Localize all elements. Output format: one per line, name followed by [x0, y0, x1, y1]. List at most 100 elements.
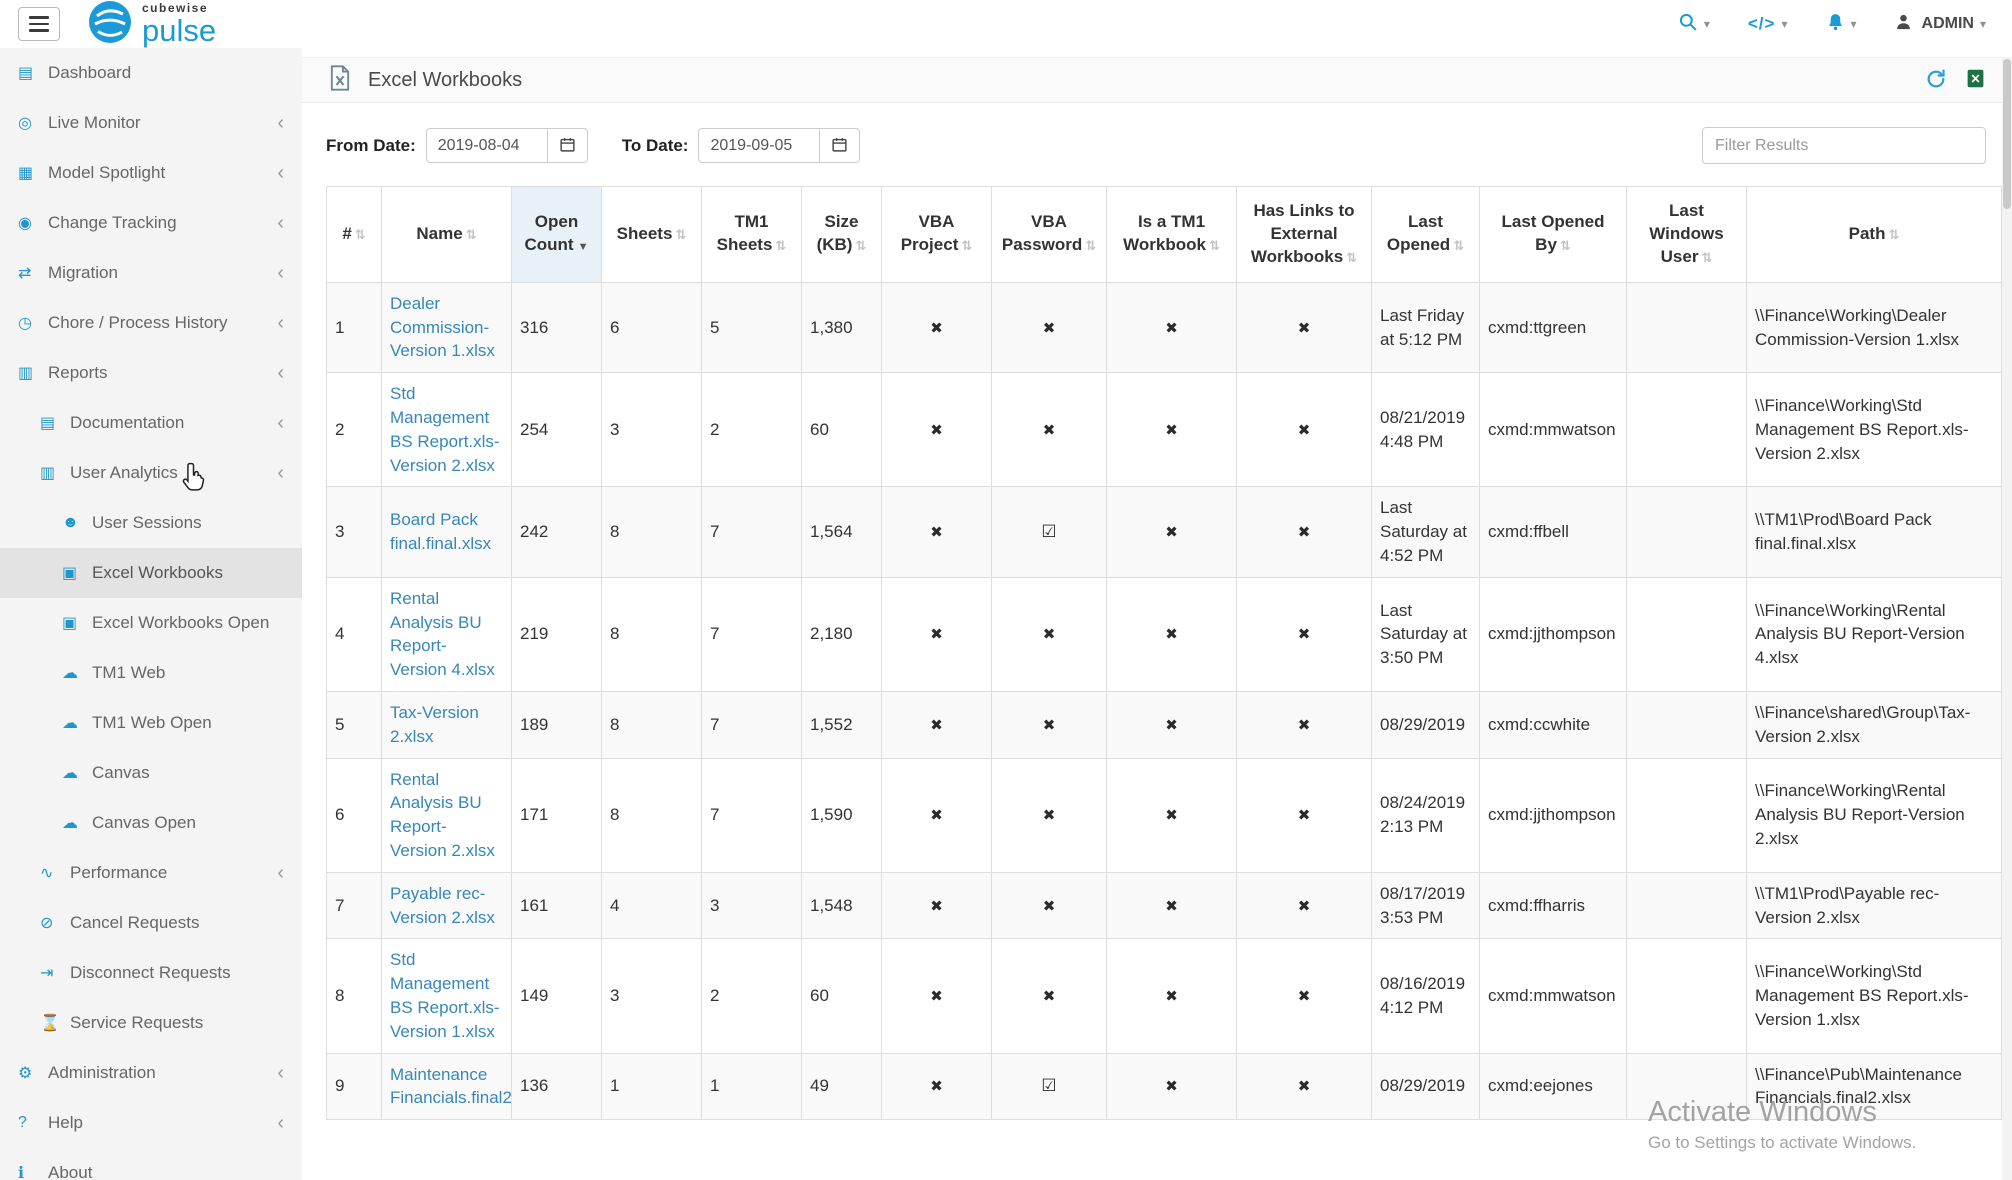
- cell-last-windows-user: [1627, 939, 1747, 1053]
- cross-mark-icon: ✖: [1165, 1076, 1178, 1097]
- sidebar-item-disconnect-requests[interactable]: ⇥Disconnect Requests: [0, 948, 302, 998]
- scrollbar-thumb[interactable]: [2003, 59, 2011, 209]
- about-icon: ℹ: [18, 1163, 48, 1180]
- check-mark-icon: ☑: [1041, 1074, 1056, 1098]
- cell-num: 1: [327, 282, 382, 372]
- chevron-left-icon: ‹: [277, 263, 284, 283]
- cell-last-windows-user: [1627, 691, 1747, 758]
- search-menu[interactable]: ▾: [1678, 12, 1710, 37]
- workbook-name-link[interactable]: Std Management BS Report.xls-Version 2.x…: [390, 384, 500, 474]
- cell-last-opened: 08/21/2019 4:48 PM: [1372, 373, 1480, 487]
- column-header-has-links-to-external-workbooks[interactable]: Has Links to External Workbooks⇅: [1237, 187, 1372, 283]
- sidebar-item-chore-process-history[interactable]: ◷Chore / Process History‹: [0, 298, 302, 348]
- workbook-name-link[interactable]: Tax-Version 2.xlsx: [390, 703, 479, 746]
- sidebar-item-canvas-open[interactable]: ☁Canvas Open: [0, 798, 302, 848]
- cell-vba-password: ✖: [992, 758, 1107, 872]
- workbook-name-link[interactable]: Rental Analysis BU Report-Version 2.xlsx: [390, 770, 495, 860]
- column-header-name[interactable]: Name⇅: [382, 187, 512, 283]
- cell-last-windows-user: [1627, 758, 1747, 872]
- workbook-name-link[interactable]: Payable rec-Version 2.xlsx: [390, 884, 495, 927]
- sidebar-item-tm1-web-open[interactable]: ☁TM1 Web Open: [0, 698, 302, 748]
- table-row: 5Tax-Version 2.xlsx189871,552✖✖✖✖08/29/2…: [327, 691, 2002, 758]
- column-header-last-opened-by[interactable]: Last Opened By⇅: [1480, 187, 1627, 283]
- sort-icon: ⇅: [355, 227, 366, 242]
- hamburger-menu-button[interactable]: [18, 7, 60, 41]
- sidebar-item-documentation[interactable]: ▤Documentation‹: [0, 398, 302, 448]
- pulse-logo[interactable]: cubewise pulse: [88, 0, 216, 49]
- table-row: 8Std Management BS Report.xls-Version 1.…: [327, 939, 2002, 1053]
- column-header-tm1-sheets[interactable]: TM1 Sheets⇅: [702, 187, 802, 283]
- to-date-input[interactable]: [698, 128, 820, 163]
- workbook-name-link[interactable]: Std Management BS Report.xls-Version 1.x…: [390, 950, 500, 1040]
- column-header-vba-password[interactable]: VBA Password⇅: [992, 187, 1107, 283]
- column-label: Size (KB): [817, 212, 859, 254]
- admin-menu[interactable]: ADMIN ▾: [1895, 13, 1986, 36]
- user-icon: [1895, 13, 1912, 36]
- from-date-calendar-button[interactable]: [548, 128, 588, 163]
- sidebar-item-about[interactable]: ℹAbout: [0, 1148, 302, 1180]
- cell-last-opened: 08/29/2019: [1372, 1053, 1480, 1120]
- reports-icon: ▥: [18, 363, 48, 383]
- cell-sheets: 8: [602, 691, 702, 758]
- column-header-[interactable]: #⇅: [327, 187, 382, 283]
- sidebar-item-help[interactable]: ?Help‹: [0, 1098, 302, 1148]
- column-header-path[interactable]: Path⇅: [1747, 187, 2002, 283]
- sidebar-item-user-analytics[interactable]: ▥User Analytics‹: [0, 448, 302, 498]
- filter-results-input[interactable]: [1702, 127, 1986, 164]
- sidebar-item-user-sessions[interactable]: ☻User Sessions: [0, 498, 302, 548]
- sidebar-item-service-requests[interactable]: ⌛Service Requests: [0, 998, 302, 1048]
- sidebar-item-reports[interactable]: ▥Reports‹: [0, 348, 302, 398]
- workbook-name-link[interactable]: Rental Analysis BU Report-Version 4.xlsx: [390, 589, 495, 679]
- export-excel-button[interactable]: [1965, 68, 1986, 92]
- sidebar-item-label: TM1 Web: [92, 663, 165, 683]
- cell-last-opened: Last Friday at 5:12 PM: [1372, 282, 1480, 372]
- cell-sheets: 4: [602, 872, 702, 939]
- sidebar-item-tm1-web[interactable]: ☁TM1 Web: [0, 648, 302, 698]
- cell-last-windows-user: [1627, 373, 1747, 487]
- service-requests-icon: ⌛: [40, 1013, 70, 1033]
- excel-workbooks-icon: ▣: [62, 563, 92, 583]
- sidebar-item-migration[interactable]: ⇄Migration‹: [0, 248, 302, 298]
- workbook-name-link[interactable]: Board Pack final.final.xlsx: [390, 510, 491, 553]
- column-header-last-windows-user[interactable]: Last Windows User⇅: [1627, 187, 1747, 283]
- cell-has-links: ✖: [1237, 872, 1372, 939]
- column-header-size-kb[interactable]: Size (KB)⇅: [802, 187, 882, 283]
- sidebar-item-excel-workbooks[interactable]: ▣Excel Workbooks: [0, 548, 302, 598]
- disconnect-requests-icon: ⇥: [40, 963, 70, 983]
- sidebar-item-model-spotlight[interactable]: ▦Model Spotlight‹: [0, 148, 302, 198]
- excel-file-icon: [326, 64, 354, 97]
- admin-label: ADMIN: [1922, 15, 1974, 33]
- to-date-calendar-button[interactable]: [820, 128, 860, 163]
- column-label: VBA Password: [1002, 212, 1082, 254]
- cell-is-tm1: ✖: [1107, 691, 1237, 758]
- refresh-button[interactable]: [1925, 68, 1947, 93]
- notifications-menu[interactable]: ▾: [1826, 12, 1857, 37]
- column-header-sheets[interactable]: Sheets⇅: [602, 187, 702, 283]
- sidebar-item-change-tracking[interactable]: ◉Change Tracking‹: [0, 198, 302, 248]
- workbook-name-link[interactable]: Dealer Commission-Version 1.xlsx: [390, 294, 495, 361]
- sidebar-item-performance[interactable]: ∿Performance‹: [0, 848, 302, 898]
- sidebar-item-label: Excel Workbooks Open: [92, 613, 269, 633]
- cell-open-count: 171: [512, 758, 602, 872]
- sidebar-item-administration[interactable]: ⚙Administration‹: [0, 1048, 302, 1098]
- column-header-is-a-tm1-workbook[interactable]: Is a TM1 Workbook⇅: [1107, 187, 1237, 283]
- sidebar-item-label: About: [48, 1163, 92, 1180]
- chevron-left-icon: ‹: [277, 1113, 284, 1133]
- cell-vba-project: ✖: [882, 1053, 992, 1120]
- sidebar-item-canvas[interactable]: ☁Canvas: [0, 748, 302, 798]
- sidebar-item-cancel-requests[interactable]: ⊘Cancel Requests: [0, 898, 302, 948]
- column-header-open-count[interactable]: Open Count▼: [512, 187, 602, 283]
- column-label: Open Count: [525, 212, 579, 254]
- code-menu[interactable]: </> ▾: [1748, 14, 1788, 34]
- cross-mark-icon: ✖: [1298, 420, 1311, 441]
- column-header-vba-project[interactable]: VBA Project⇅: [882, 187, 992, 283]
- cell-last-opened: Last Saturday at 4:52 PM: [1372, 487, 1480, 577]
- cross-mark-icon: ✖: [1165, 896, 1178, 917]
- sidebar-item-live-monitor[interactable]: ◎Live Monitor‹: [0, 98, 302, 148]
- from-date-input[interactable]: [426, 128, 548, 163]
- sidebar-item-excel-workbooks-open[interactable]: ▣Excel Workbooks Open: [0, 598, 302, 648]
- sidebar-item-dashboard[interactable]: ▤Dashboard: [0, 48, 302, 98]
- cell-tm1-sheets: 1: [702, 1053, 802, 1120]
- column-header-last-opened[interactable]: Last Opened⇅: [1372, 187, 1480, 283]
- workbook-name-link[interactable]: Maintenance Financials.final2.xlsx: [390, 1065, 512, 1108]
